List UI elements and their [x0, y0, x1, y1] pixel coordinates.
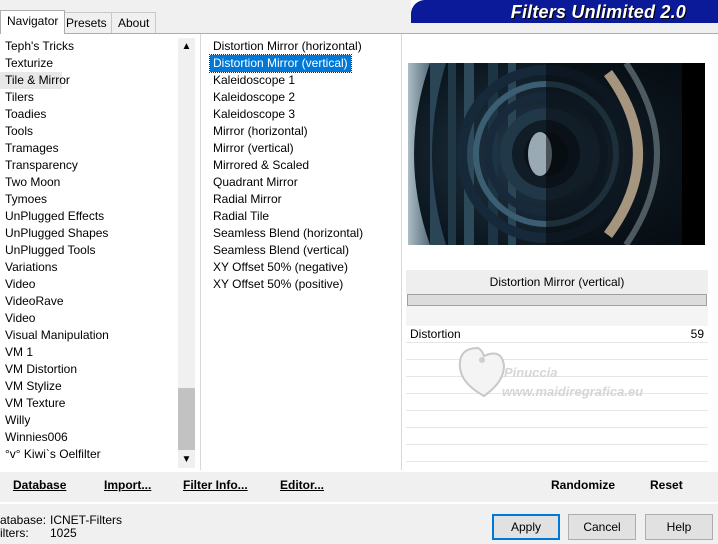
filter-item[interactable]: Seamless Blend (vertical) — [210, 242, 400, 259]
reset-button[interactable]: Reset — [650, 478, 683, 492]
scroll-up-icon[interactable]: ▲ — [178, 38, 195, 55]
category-item[interactable]: Visual Manipulation — [0, 327, 180, 344]
category-item[interactable]: Tramages — [0, 140, 180, 157]
filter-item[interactable]: Kaleidoscope 3 — [210, 106, 400, 123]
title-banner: Filters Unlimited 2.0 — [411, 0, 718, 23]
category-item[interactable]: Teph's Tricks — [0, 38, 180, 55]
category-item[interactable]: Video — [0, 276, 180, 293]
parameter-row-empty — [406, 411, 708, 428]
tab-presets[interactable]: Presets — [59, 12, 114, 33]
filters-label: ilters: — [0, 526, 29, 540]
filter-item[interactable]: Radial Mirror — [210, 191, 400, 208]
parameter-gap — [406, 306, 708, 326]
filter-item[interactable]: Distortion Mirror (horizontal) — [210, 38, 400, 55]
database-value: ICNET-Filters — [50, 513, 122, 527]
filter-list[interactable]: Distortion Mirror (horizontal) Distortion… — [209, 38, 400, 293]
filter-item[interactable]: XY Offset 50% (positive) — [210, 276, 400, 293]
filter-info-button[interactable]: Filter Info... — [183, 478, 248, 492]
divider — [401, 34, 402, 470]
parameter-slider[interactable] — [407, 294, 707, 306]
parameter-row-empty — [406, 445, 708, 462]
category-item[interactable]: Willy — [0, 412, 180, 429]
category-item[interactable]: Video — [0, 310, 180, 327]
filter-item[interactable]: XY Offset 50% (negative) — [210, 259, 400, 276]
selected-filter-name: Distortion Mirror (vertical) — [406, 270, 708, 294]
category-item[interactable]: VideoRave — [0, 293, 180, 310]
help-button[interactable]: Help — [645, 514, 713, 540]
filter-item[interactable]: Mirrored & Scaled — [210, 157, 400, 174]
scroll-down-icon[interactable]: ▼ — [178, 451, 195, 468]
category-item[interactable]: VM Texture — [0, 395, 180, 412]
watermark-line1: Pinuccia — [504, 365, 557, 380]
category-item[interactable]: UnPlugged Shapes — [0, 225, 180, 242]
category-item[interactable]: VM Stylize — [0, 378, 180, 395]
category-item[interactable]: Winnies006 — [0, 429, 180, 446]
apply-button[interactable]: Apply — [492, 514, 560, 540]
editor-button[interactable]: Editor... — [280, 478, 324, 492]
category-item[interactable]: Transparency — [0, 157, 180, 174]
parameter-label: Distortion — [410, 327, 461, 341]
cancel-button[interactable]: Cancel — [568, 514, 636, 540]
filter-item[interactable]: Seamless Blend (horizontal) — [210, 225, 400, 242]
category-list[interactable]: Teph's Tricks Texturize Tile & Mirror Tiler… — [0, 38, 180, 463]
category-item[interactable]: °v° Kiwi`s Oelfilter — [0, 446, 180, 463]
category-item[interactable]: Tymoes — [0, 191, 180, 208]
category-item[interactable]: Variations — [0, 259, 180, 276]
category-item[interactable]: VM 1 — [0, 344, 180, 361]
filter-item[interactable]: Distortion Mirror (vertical) — [209, 54, 352, 73]
randomize-button[interactable]: Randomize — [551, 478, 615, 492]
category-item[interactable]: Toadies — [0, 106, 180, 123]
category-item[interactable]: Two Moon — [0, 174, 180, 191]
category-item[interactable]: VM Distortion — [0, 361, 180, 378]
category-item[interactable]: Tools — [0, 123, 180, 140]
scrollbar-thumb[interactable] — [178, 388, 195, 450]
filter-preview-image — [408, 63, 705, 245]
parameter-value: 59 — [690, 327, 704, 341]
database-button[interactable]: Database — [13, 478, 66, 492]
category-item[interactable]: Tile & Mirror — [0, 72, 70, 89]
app-title: Filters Unlimited 2.0 — [510, 2, 686, 22]
divider — [200, 34, 201, 470]
filter-item[interactable]: Quadrant Mirror — [210, 174, 400, 191]
filter-item[interactable]: Kaleidoscope 2 — [210, 89, 400, 106]
filter-item[interactable]: Kaleidoscope 1 — [210, 72, 400, 89]
category-scrollbar[interactable]: ▲ ▼ — [178, 38, 195, 468]
category-item[interactable]: UnPlugged Effects — [0, 208, 180, 225]
filter-item[interactable]: Mirror (horizontal) — [210, 123, 400, 140]
parameter-row-empty — [406, 428, 708, 445]
filter-item[interactable]: Radial Tile — [210, 208, 400, 225]
watermark-line2: www.maidiregrafica.eu — [502, 384, 643, 399]
category-item[interactable]: Texturize — [0, 55, 180, 72]
category-item[interactable]: UnPlugged Tools — [0, 242, 180, 259]
tab-about[interactable]: About — [111, 12, 157, 33]
import-button[interactable]: Import... — [104, 478, 151, 492]
tab-navigator[interactable]: Navigator — [0, 10, 66, 34]
category-item[interactable]: Tilers — [0, 89, 180, 106]
filters-count: 1025 — [50, 526, 77, 540]
watermark-logo: Pinuccia www.maidiregrafica.eu — [448, 340, 698, 410]
filter-item[interactable]: Mirror (vertical) — [210, 140, 400, 157]
database-label: atabase: — [0, 513, 47, 527]
